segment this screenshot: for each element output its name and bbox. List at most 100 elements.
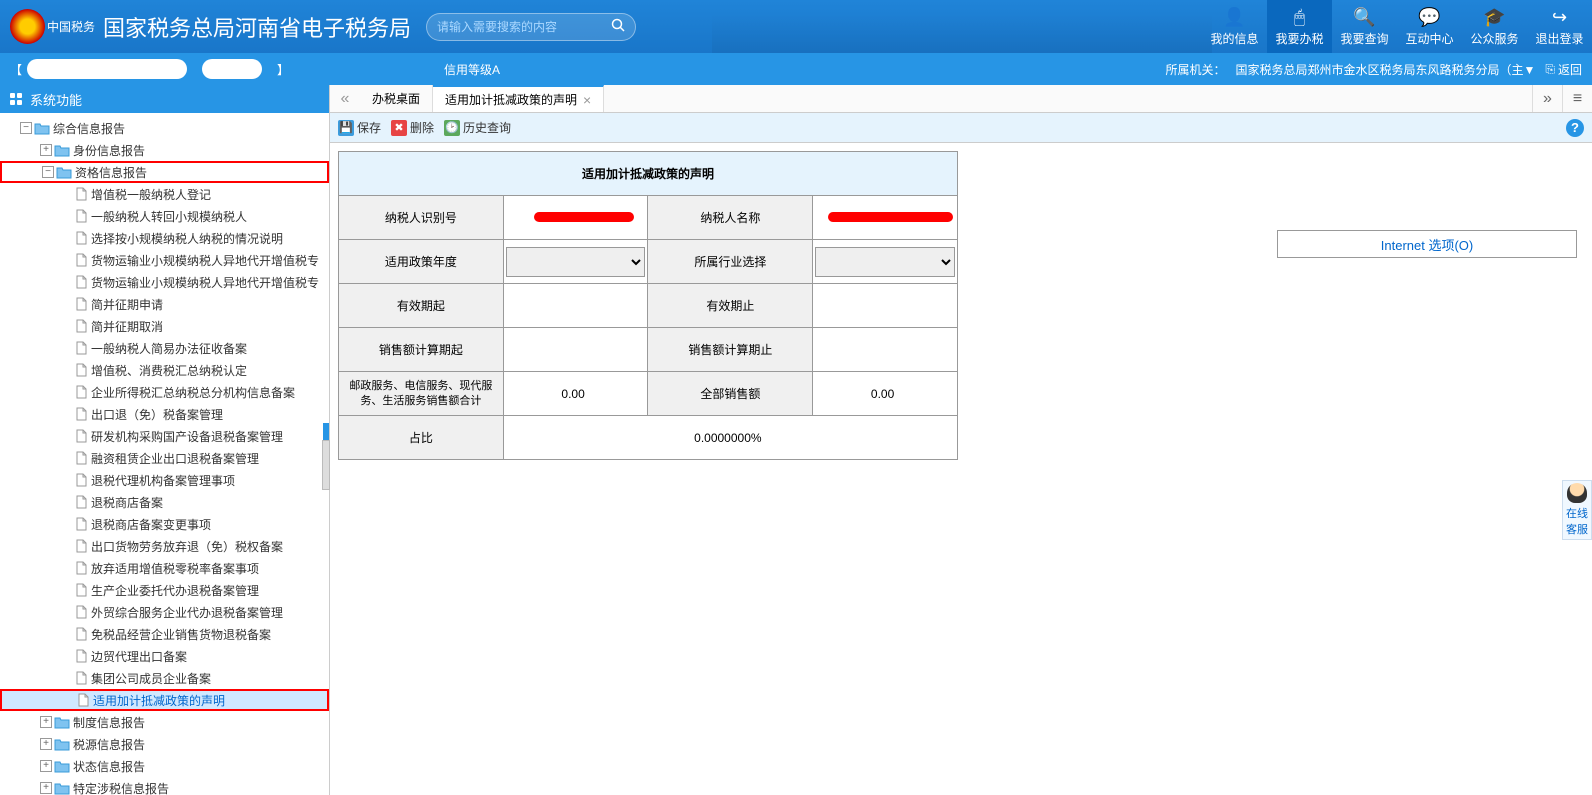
expander-icon[interactable]: − [42,166,54,178]
policy-year-select[interactable] [506,247,646,277]
nav-query[interactable]: 🔍我要查询 [1332,0,1397,53]
tabs-menu[interactable]: ≡ [1562,85,1592,112]
expander-icon[interactable]: + [40,760,52,772]
tree-folder[interactable]: +特定涉税信息报告 [0,777,329,795]
industry-label: 所属行业选择 [648,240,813,284]
internet-options-popup[interactable]: Internet 选项(O) [1277,230,1577,258]
tree-item[interactable]: 出口货物劳务放弃退（免）税权备案 [0,535,329,557]
folder-icon [54,737,70,751]
tree-item[interactable]: 货物运输业小规模纳税人异地代开增值税专 [0,249,329,271]
grid-icon [10,93,24,105]
tree-item[interactable]: 生产企业委托代办退税备案管理 [0,579,329,601]
history-button[interactable]: 🕑 历史查询 [444,119,511,136]
file-icon [74,561,88,575]
user-pill [27,59,187,79]
close-icon[interactable]: × [583,92,591,108]
valid-to-value[interactable] [813,284,958,328]
tree-folder[interactable]: +税源信息报告 [0,733,329,755]
tree-folder-root[interactable]: − 综合信息报告 [0,117,329,139]
tree-item[interactable]: 选择按小规模纳税人纳税的情况说明 [0,227,329,249]
taxpayer-name-label: 纳税人名称 [648,196,813,240]
tree-item[interactable]: 货物运输业小规模纳税人异地代开增值税专 [0,271,329,293]
tree-item[interactable]: 融资租赁企业出口退税备案管理 [0,447,329,469]
tree-item[interactable]: 出口退（免）税备案管理 [0,403,329,425]
tree-folder[interactable]: +状态信息报告 [0,755,329,777]
sales-period-to-label: 销售额计算期止 [648,328,813,372]
search-icon[interactable] [611,18,625,35]
tree-item[interactable]: 增值税一般纳税人登记 [0,183,329,205]
user-pill2 [202,59,262,79]
file-icon [74,363,88,377]
tree-item[interactable]: 企业所得税汇总纳税总分机构信息备案 [0,381,329,403]
tree-item[interactable]: 适用加计抵减政策的声明 [0,689,329,711]
help-button[interactable]: ? [1566,119,1584,137]
delete-button[interactable]: ✖ 删除 [391,119,434,136]
search-input[interactable] [437,20,611,34]
tree-folder-qualification[interactable]: − 资格信息报告 [0,161,329,183]
tree-item[interactable]: 退税商店备案 [0,491,329,513]
sales-period-from-value[interactable] [503,328,648,372]
valid-from-value[interactable] [503,284,648,328]
logout-icon: ↪ [1552,7,1567,28]
expander-icon[interactable]: − [20,122,32,134]
expander-icon[interactable]: + [40,782,52,794]
tree-item[interactable]: 外贸综合服务企业代办退税备案管理 [0,601,329,623]
file-icon [74,671,88,685]
user-icon: 👤 [1223,7,1245,28]
tab-desktop[interactable]: 办税桌面 [360,85,433,112]
return-button[interactable]: ⎘ 返回 [1545,61,1582,78]
nav-tree[interactable]: − 综合信息报告 + 身份信息报告 − 资格信息报告 增值税一般纳税人登记一般纳… [0,113,329,795]
file-icon [74,627,88,641]
ratio-label: 占比 [339,416,504,460]
org-value[interactable]: 国家税务总局郑州市金水区税务局东风路税务分局（主▼ [1235,61,1535,78]
file-icon [74,297,88,311]
expander-icon[interactable]: + [40,716,52,728]
tabs-scroll-right[interactable]: » [1532,85,1562,112]
expander-icon[interactable]: + [40,738,52,750]
sales-period-to-value[interactable] [813,328,958,372]
total-sales-value[interactable]: 0.00 [813,372,958,416]
expander-icon[interactable]: + [40,144,52,156]
tree-item[interactable]: 一般纳税人简易办法征收备案 [0,337,329,359]
tree-item[interactable]: 研发机构采购国产设备退税备案管理 [0,425,329,447]
file-icon [74,187,88,201]
industry-select[interactable] [815,247,955,277]
site-title: 国家税务总局河南省电子税务局 [103,11,411,43]
tree-item[interactable]: 增值税、消费税汇总纳税认定 [0,359,329,381]
tree-item[interactable]: 集团公司成员企业备案 [0,667,329,689]
history-icon: 🕑 [444,120,460,136]
file-icon [74,649,88,663]
nav-logout[interactable]: ↪退出登录 [1527,0,1592,53]
file-icon [74,209,88,223]
sidebar-resize-handle[interactable] [322,440,330,490]
tree-folder[interactable]: +制度信息报告 [0,711,329,733]
tree-item[interactable]: 退税代理机构备案管理事项 [0,469,329,491]
tree-item[interactable]: 简并征期申请 [0,293,329,315]
tree-item[interactable]: 免税品经营企业销售货物退税备案 [0,623,329,645]
taxpayer-id-value [503,196,648,240]
tabs-scroll-left[interactable]: « [330,90,360,108]
file-icon [74,231,88,245]
nav-public[interactable]: 🎓公众服务 [1462,0,1527,53]
tree-item[interactable]: 放弃适用增值税零税率备案事项 [0,557,329,579]
service-sales-value[interactable]: 0.00 [503,372,648,416]
tree-item[interactable]: 退税商店备案变更事项 [0,513,329,535]
nav-do-tax[interactable]: 🖱我要办税 [1267,0,1332,53]
delete-icon: ✖ [391,120,407,136]
org-label: 所属机关： [1165,61,1225,78]
tree-item[interactable]: 边贸代理出口备案 [0,645,329,667]
folder-icon [54,143,70,157]
search-box[interactable] [426,13,636,41]
tree-item[interactable]: 简并征期取消 [0,315,329,337]
credit-level: 信用等级A [444,61,500,78]
tab-declaration[interactable]: 适用加计抵减政策的声明 × [433,85,604,112]
form-area: 适用加计抵减政策的声明 纳税人识别号 纳税人名称 适用政策年度 所属行业选择 有… [330,143,1592,468]
tree-item[interactable]: 一般纳税人转回小规模纳税人 [0,205,329,227]
online-service-button[interactable]: 在线客服 [1562,480,1592,540]
tree-folder[interactable]: + 身份信息报告 [0,139,329,161]
nav-interact[interactable]: 💬互动中心 [1397,0,1462,53]
save-button[interactable]: 💾 保存 [338,119,381,136]
file-icon [74,319,88,333]
file-icon [74,495,88,509]
file-icon [74,583,88,597]
